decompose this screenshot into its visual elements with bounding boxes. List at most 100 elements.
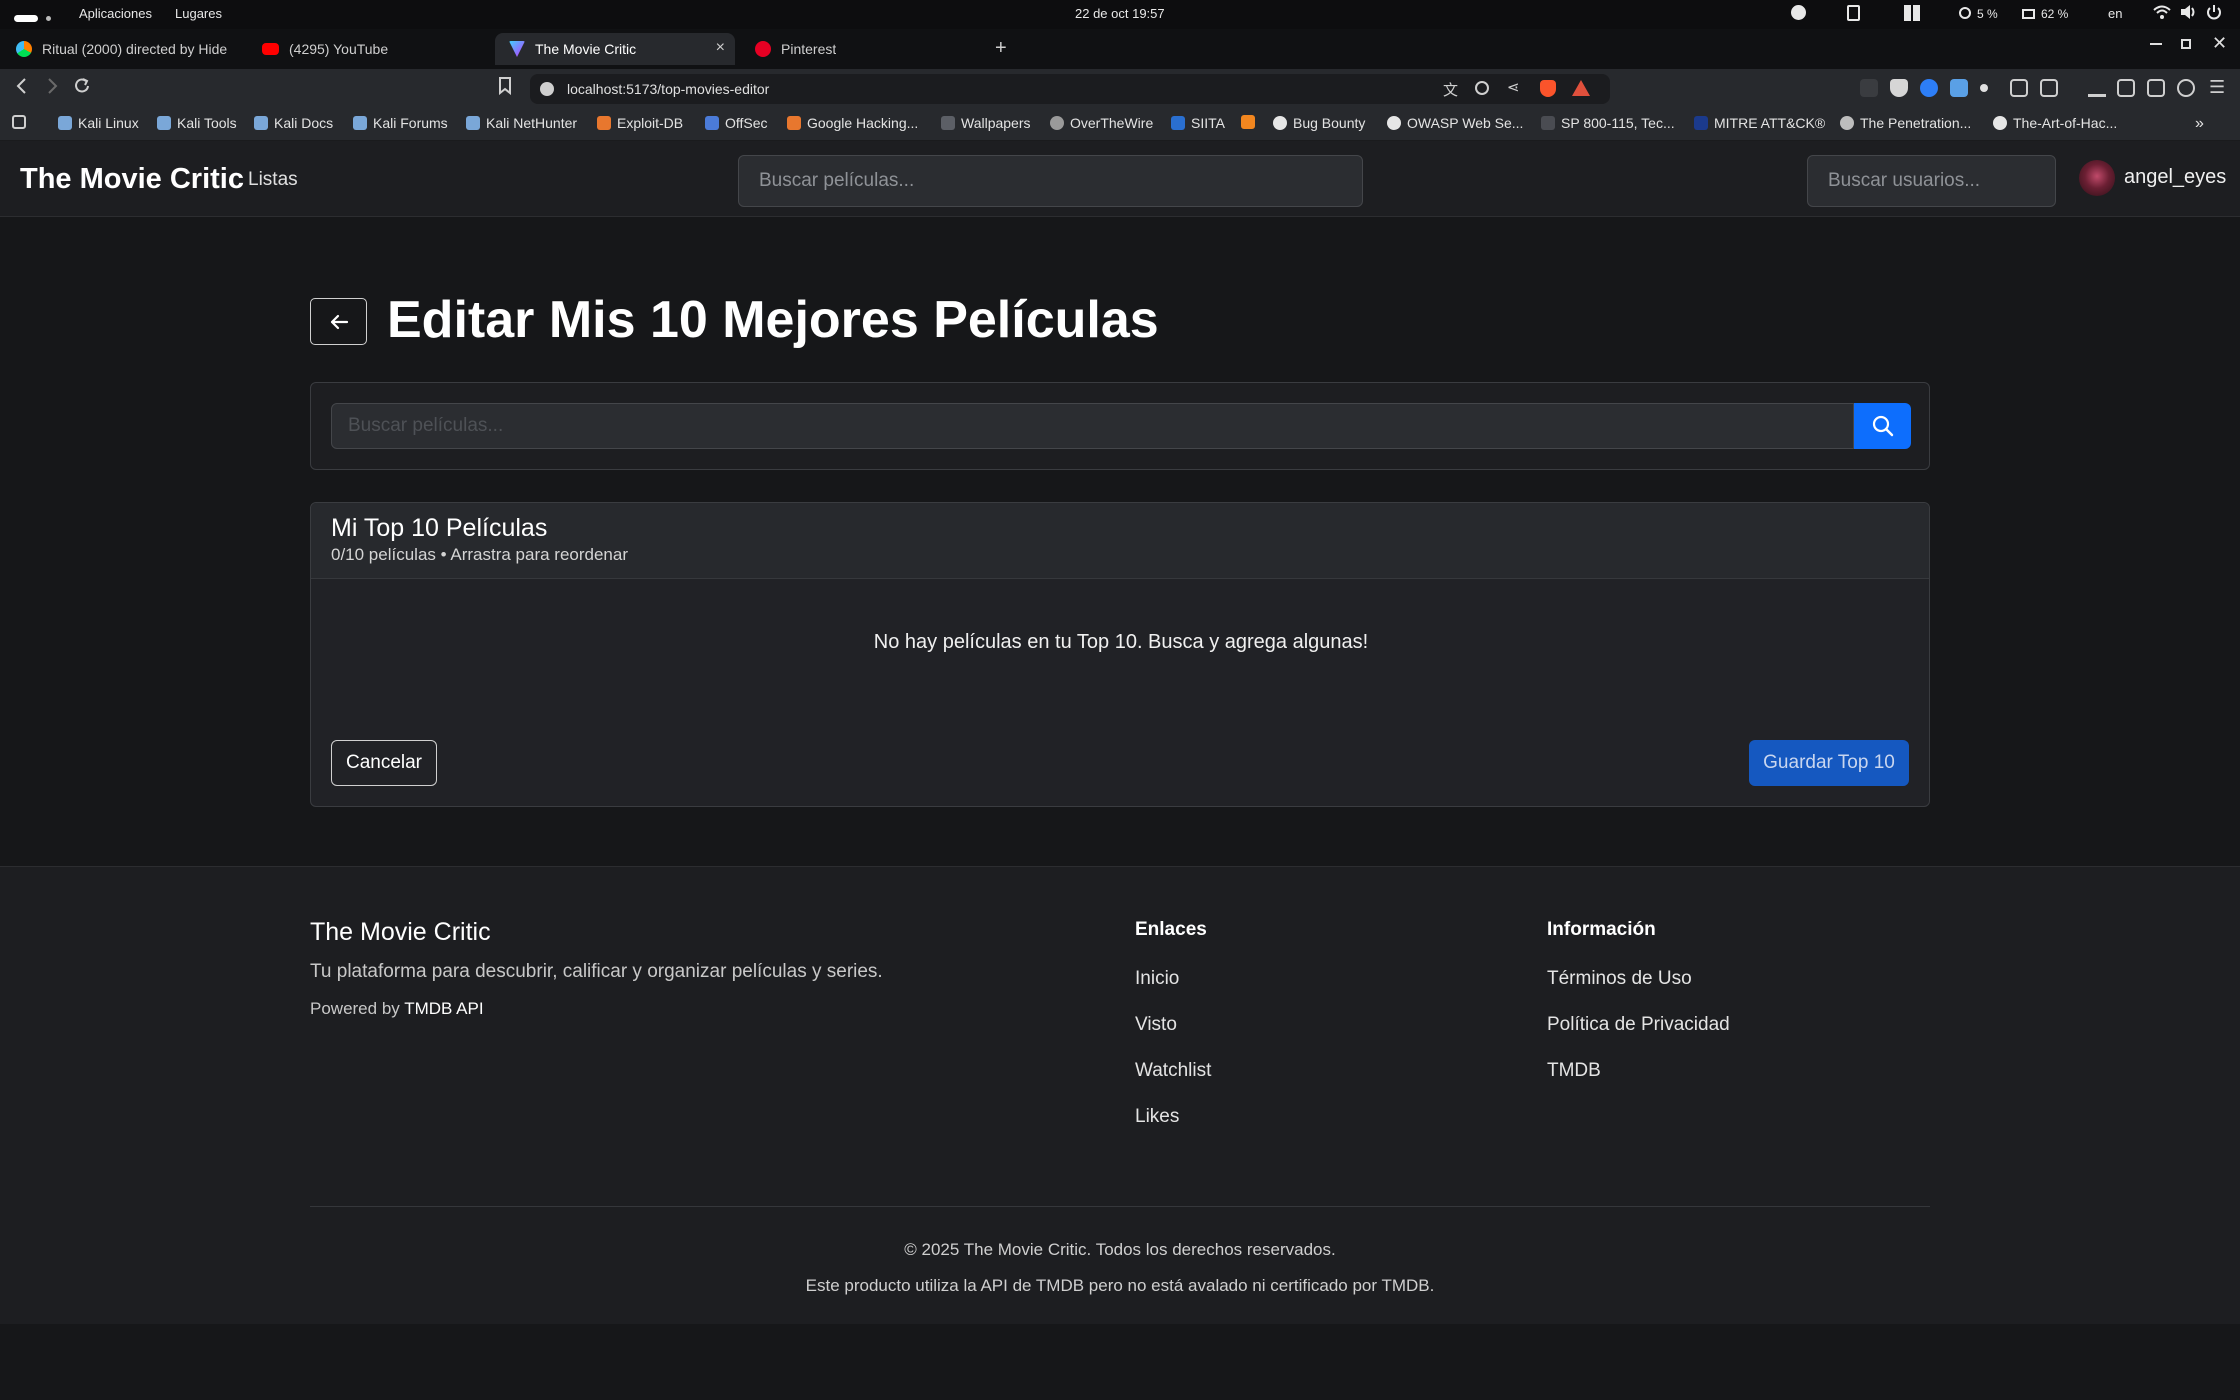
footer-link-likes[interactable]: Likes <box>1135 1106 1179 1128</box>
footer-link-visto[interactable]: Visto <box>1135 1014 1177 1036</box>
tab-search-icon[interactable] <box>2040 79 2058 97</box>
share-icon[interactable]: ⋖ <box>1507 78 1520 96</box>
bookmark-kali-linux[interactable]: Kali Linux <box>58 115 139 131</box>
bookmark-page-icon[interactable] <box>498 77 512 100</box>
nav-link-lists[interactable]: Listas <box>248 169 298 191</box>
bookmark-kali-nethunter[interactable]: Kali NetHunter <box>466 115 577 131</box>
bookmark-kali-forums[interactable]: Kali Forums <box>353 115 448 131</box>
search-button[interactable] <box>1854 403 1911 449</box>
app-brand[interactable]: The Movie Critic <box>20 163 244 196</box>
username[interactable]: angel_eyes <box>2124 166 2226 189</box>
tab-youtube[interactable]: (4295) YouTube <box>248 33 488 65</box>
youtube-icon <box>262 43 279 55</box>
bookmark-owasp[interactable]: OWASP Web Se... <box>1387 115 1523 131</box>
os-applications-menu[interactable]: Aplicaciones <box>79 6 152 21</box>
tab-pinterest[interactable]: Pinterest <box>741 33 981 65</box>
extension-icon[interactable] <box>1950 79 1968 97</box>
footer-link-inicio[interactable]: Inicio <box>1135 968 1179 990</box>
footer-link-privacy[interactable]: Política de Privacidad <box>1547 1014 1730 1036</box>
bookmark-the-penetration[interactable]: The Penetration... <box>1840 115 1971 131</box>
site-info-icon[interactable] <box>540 82 554 96</box>
bookmark-overthewire[interactable]: OverTheWire <box>1050 115 1153 131</box>
bookmark-sp-800-115[interactable]: SP 800-115, Tec... <box>1541 115 1675 131</box>
forward-icon[interactable] <box>44 77 60 100</box>
maximize-window-icon[interactable] <box>2181 39 2191 49</box>
volume-icon[interactable] <box>2180 4 2198 23</box>
brave-shields-icon[interactable] <box>1540 80 1556 97</box>
bookmark-exploit-db[interactable]: Exploit-DB <box>597 115 683 131</box>
reload-icon[interactable] <box>73 77 91 100</box>
footer-link-watchlist[interactable]: Watchlist <box>1135 1060 1211 1082</box>
vite-icon <box>509 41 525 57</box>
bookmark-siita[interactable]: SIITA <box>1171 115 1225 131</box>
tmdb-api-link[interactable]: TMDB API <box>404 999 483 1018</box>
github-icon <box>1273 116 1287 130</box>
bookmark-wallpapers[interactable]: Wallpapers <box>941 115 1031 131</box>
cpu-indicator[interactable]: 5 % <box>1959 6 1998 21</box>
clipboard-icon[interactable] <box>1847 5 1860 24</box>
leo-ai-icon[interactable] <box>2177 79 2195 97</box>
extension-icon[interactable] <box>1920 79 1938 97</box>
footer-brand: The Movie Critic <box>310 918 491 946</box>
extension-icon[interactable] <box>1980 84 1988 92</box>
browser-tab-strip: Ritual (2000) directed by Hide (4295) Yo… <box>0 29 2240 69</box>
bookmark-google-hacking[interactable]: Google Hacking... <box>787 115 918 131</box>
globe-icon <box>1840 116 1854 130</box>
bookmarks-bar: Kali Linux Kali Tools Kali Docs Kali For… <box>0 109 2240 141</box>
footer-link-terms[interactable]: Términos de Uso <box>1547 968 1692 990</box>
os-places-menu[interactable]: Lugares <box>175 6 222 21</box>
back-button[interactable] <box>310 298 367 345</box>
bookmark-bug-bounty[interactable]: Bug Bounty <box>1273 115 1365 131</box>
steam-icon[interactable] <box>1791 5 1806 23</box>
extensions-puzzle-icon[interactable] <box>2010 79 2028 97</box>
download-icon[interactable] <box>2088 79 2106 97</box>
memory-indicator[interactable]: 62 % <box>2022 6 2068 21</box>
os-clock[interactable]: 22 de oct 19:57 <box>1075 6 1165 21</box>
menu-icon[interactable]: ☰ <box>2209 77 2225 98</box>
minimize-window-icon[interactable] <box>2150 43 2162 45</box>
sidebar-icon[interactable] <box>2117 79 2135 97</box>
bookmark-mitre-attack[interactable]: MITRE ATT&CK® <box>1694 115 1825 131</box>
close-window-icon[interactable]: ✕ <box>2212 33 2227 54</box>
brave-rewards-icon[interactable] <box>1572 80 1590 96</box>
avatar[interactable] <box>2079 160 2115 196</box>
bookmark-the-art-of-hacking[interactable]: The-Art-of-Hac... <box>1993 115 2117 131</box>
layout-icon[interactable] <box>1904 5 1920 24</box>
bookmark-offsec[interactable]: OffSec <box>705 115 768 131</box>
tab-the-movie-critic[interactable]: The Movie Critic × <box>495 33 735 65</box>
save-top10-button[interactable]: Guardar Top 10 <box>1749 740 1909 786</box>
card-header: Mi Top 10 Películas 0/10 películas • Arr… <box>311 503 1929 579</box>
translate-icon[interactable]: 文 <box>1443 79 1458 100</box>
wallet-icon[interactable] <box>2147 79 2165 97</box>
back-icon[interactable] <box>14 77 30 100</box>
pinterest-icon <box>755 41 771 57</box>
footer-divider <box>310 1206 1930 1207</box>
power-icon[interactable] <box>2206 4 2222 23</box>
tab-title: (4295) YouTube <box>289 41 389 57</box>
apps-grid-icon[interactable] <box>12 115 32 129</box>
user-search-input[interactable]: Buscar usuarios... <box>1807 155 2056 207</box>
search-input[interactable]: Buscar películas... <box>331 403 1854 449</box>
tab-letterboxd[interactable]: Ritual (2000) directed by Hide <box>2 33 242 65</box>
address-bar[interactable]: localhost:5173/top-movies-editor 文 ⋖ <box>530 74 1610 104</box>
bitwarden-icon[interactable] <box>1890 79 1908 97</box>
movie-search-input[interactable]: Buscar películas... <box>738 155 1363 207</box>
search-icon <box>1872 415 1894 437</box>
mitre-icon <box>1694 116 1708 130</box>
zoom-icon[interactable] <box>1475 81 1489 95</box>
more-bookmarks-icon[interactable]: » <box>2195 115 2204 133</box>
new-tab-button[interactable]: + <box>995 37 1007 60</box>
footer-copyright: © 2025 The Movie Critic. Todos los derec… <box>904 1240 1336 1259</box>
extension-icon[interactable] <box>1860 79 1878 97</box>
cancel-button[interactable]: Cancelar <box>331 740 437 786</box>
bookmark-hackerone-icon[interactable] <box>1241 115 1261 129</box>
bookmark-kali-tools[interactable]: Kali Tools <box>157 115 237 131</box>
activities-icon[interactable] <box>14 10 51 25</box>
keyboard-layout[interactable]: en <box>2108 6 2122 21</box>
footer-powered-by: Powered by TMDB API <box>310 999 484 1018</box>
close-tab-icon[interactable]: × <box>716 39 725 57</box>
browser-toolbar: localhost:5173/top-movies-editor 文 ⋖ ☰ <box>0 69 2240 109</box>
footer-link-tmdb[interactable]: TMDB <box>1547 1060 1601 1082</box>
wifi-icon[interactable] <box>2153 4 2171 23</box>
bookmark-kali-docs[interactable]: Kali Docs <box>254 115 333 131</box>
